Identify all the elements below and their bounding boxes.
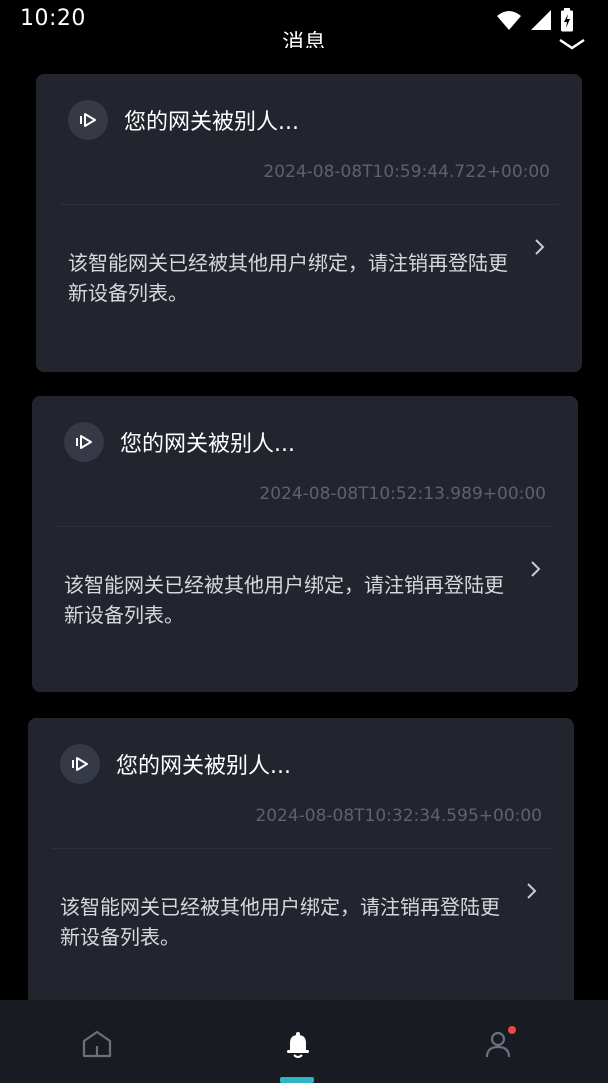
divider — [52, 848, 550, 849]
tab-profile[interactable] — [478, 1024, 518, 1064]
message-header: 您的网关被别人... — [60, 744, 291, 784]
message-body: 该智能网关已经被其他用户绑定，请注销再登陆更新设备列表。 — [64, 573, 504, 627]
message-card[interactable]: 您的网关被别人... 2024-08-08T10:59:44.722+00:00… — [36, 74, 582, 372]
chevron-right-icon[interactable] — [534, 238, 546, 256]
message-title: 您的网关被别人... — [124, 110, 299, 135]
tab-home[interactable] — [77, 1024, 117, 1064]
message-header: 您的网关被别人... — [64, 422, 295, 462]
notification-badge — [508, 1026, 516, 1034]
chevron-right-icon[interactable] — [526, 882, 538, 900]
megaphone-icon — [68, 100, 108, 140]
megaphone-icon — [64, 422, 104, 462]
message-title: 您的网关被别人... — [116, 754, 291, 779]
divider — [60, 204, 558, 205]
megaphone-icon — [60, 744, 100, 784]
tab-messages[interactable] — [278, 1024, 318, 1064]
bell-icon — [287, 1032, 309, 1058]
chevron-right-icon[interactable] — [530, 560, 542, 578]
home-icon — [82, 1030, 112, 1058]
message-time: 2024-08-08T10:32:34.595+00:00 — [255, 806, 542, 826]
bottom-tab-bar — [0, 1000, 608, 1083]
message-body: 该智能网关已经被其他用户绑定，请注销再登陆更新设备列表。 — [68, 251, 508, 305]
message-header: 您的网关被别人... — [68, 100, 299, 140]
message-time: 2024-08-08T10:59:44.722+00:00 — [263, 162, 550, 182]
message-time: 2024-08-08T10:52:13.989+00:00 — [259, 484, 546, 504]
message-body: 该智能网关已经被其他用户绑定，请注销再登陆更新设备列表。 — [60, 895, 500, 949]
active-tab-indicator — [280, 1077, 314, 1083]
message-list[interactable]: 您的网关被别人... 2024-08-08T10:59:44.722+00:00… — [0, 0, 608, 1008]
message-card[interactable]: 您的网关被别人... 2024-08-08T10:32:34.595+00:00… — [28, 718, 574, 1008]
message-card[interactable]: 您的网关被别人... 2024-08-08T10:52:13.989+00:00… — [32, 396, 578, 692]
divider — [56, 526, 554, 527]
message-title: 您的网关被别人... — [120, 432, 295, 457]
